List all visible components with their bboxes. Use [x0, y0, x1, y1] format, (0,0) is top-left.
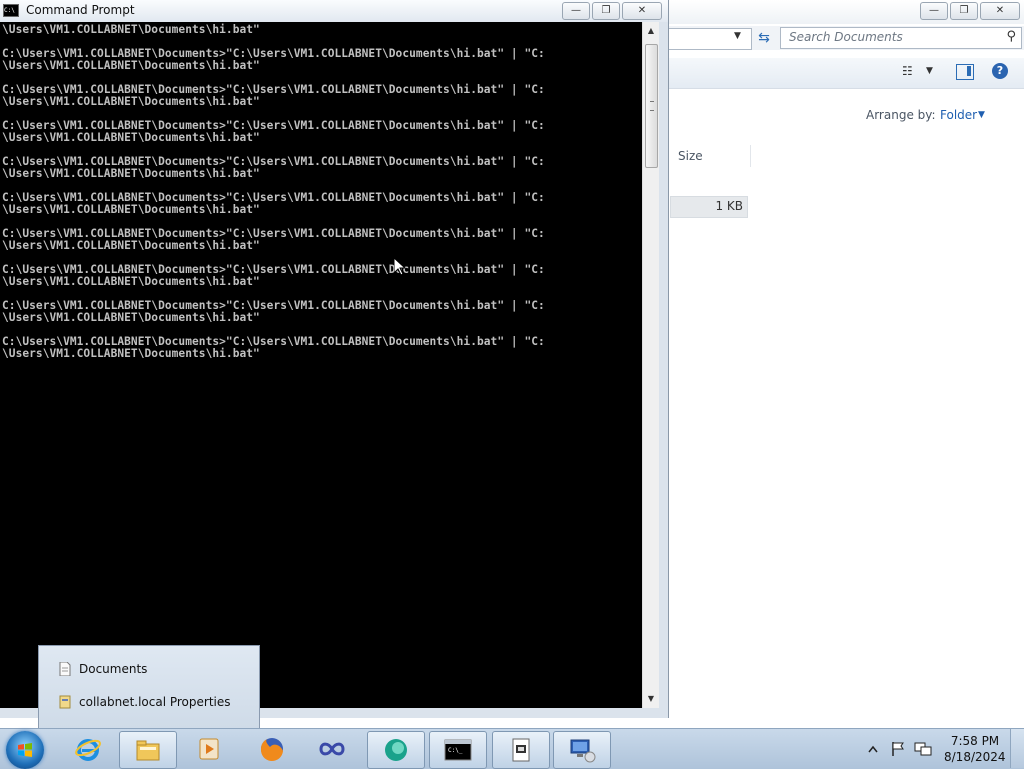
- arrange-by-label: Arrange by:: [866, 108, 936, 122]
- command-prompt-window: C:\ Command Prompt — ❐ ✕ \Users\VM1.COLL…: [0, 0, 669, 718]
- column-header-size[interactable]: Size: [670, 145, 751, 167]
- cmd-window-title: Command Prompt: [26, 3, 135, 17]
- clock-date[interactable]: 8/18/2024: [944, 750, 1006, 764]
- taskbar-firefox[interactable]: [244, 731, 300, 767]
- show-hidden-icons-chevron-icon[interactable]: [868, 745, 878, 753]
- cmd-window-icon[interactable]: C:\: [3, 4, 19, 17]
- console-scrollbar[interactable]: ▲ ▼: [642, 22, 659, 708]
- document-icon: [59, 662, 71, 676]
- start-button[interactable]: [6, 731, 44, 769]
- file-size: 1 KB: [715, 199, 743, 213]
- views-dropdown-icon[interactable]: ▼: [926, 66, 933, 76]
- cmd-close-button[interactable]: ✕: [622, 2, 662, 20]
- taskbar-jump-list: Documents collabnet.local Properties: [38, 645, 260, 729]
- remote-desktop-icon: [570, 739, 596, 763]
- preview-pane-icon[interactable]: [956, 64, 974, 80]
- taskbar-green-circle-app[interactable]: [367, 731, 425, 769]
- taskbar-windows-explorer[interactable]: [119, 731, 177, 769]
- cmd-window-controls: — ❐ ✕: [562, 2, 662, 20]
- help-icon[interactable]: ?: [992, 63, 1008, 79]
- explorer-minimize-button[interactable]: —: [920, 2, 948, 20]
- internet-explorer-icon: [75, 739, 101, 761]
- scrollbar-thumb[interactable]: [645, 44, 658, 168]
- console-output[interactable]: \Users\VM1.COLLABNET\Documents\hi.bat" C…: [0, 22, 642, 708]
- file-row[interactable]: 1 KB: [670, 196, 748, 218]
- taskbar-remote-desktop[interactable]: [553, 731, 611, 769]
- infinity-icon: [319, 742, 345, 756]
- clock-time[interactable]: 7:58 PM: [950, 734, 1000, 748]
- shortcut-icon: [59, 695, 71, 709]
- cmd-icon: C:\_: [444, 739, 472, 761]
- column-header-size-label: Size: [678, 149, 703, 163]
- taskbar-notepad[interactable]: [492, 731, 550, 769]
- arrange-by-dropdown[interactable]: Folder: [940, 108, 977, 122]
- jump-list-item-label: Documents: [79, 662, 148, 676]
- jump-list-item[interactable]: Documents: [39, 657, 259, 683]
- jump-list-item[interactable]: collabnet.local Properties: [39, 690, 259, 716]
- explorer-close-button[interactable]: ✕: [980, 2, 1020, 20]
- arrange-by-chevron-icon[interactable]: ▼: [978, 110, 985, 120]
- search-input[interactable]: Search Documents ⚲: [780, 27, 1022, 49]
- taskbar-command-prompt[interactable]: C:\_: [429, 731, 487, 769]
- folder-icon: [136, 740, 160, 761]
- explorer-maximize-button[interactable]: ❐: [950, 2, 978, 20]
- svg-text:C:\_: C:\_: [448, 747, 463, 754]
- scroll-down-icon[interactable]: ▼: [643, 690, 659, 708]
- notepad-icon: [512, 738, 530, 762]
- scroll-up-icon[interactable]: ▲: [643, 22, 659, 40]
- address-dropdown-icon[interactable]: ▼: [734, 31, 741, 41]
- globe-icon: [385, 739, 407, 761]
- taskbar-infinity-app[interactable]: [304, 731, 360, 767]
- cmd-maximize-button[interactable]: ❐: [592, 2, 620, 20]
- change-view-icon[interactable]: ☷: [902, 64, 920, 78]
- cmd-minimize-button[interactable]: —: [562, 2, 590, 20]
- firefox-icon: [260, 738, 283, 762]
- scrollbar-grip-icon: [650, 101, 654, 111]
- search-icon[interactable]: ⚲: [1006, 29, 1016, 44]
- taskbar-media-player[interactable]: [181, 731, 237, 767]
- media-player-icon: [199, 738, 219, 760]
- show-desktop-button[interactable]: [1010, 729, 1024, 768]
- refresh-icon[interactable]: ⇆: [754, 28, 774, 48]
- taskbar-internet-explorer[interactable]: [60, 731, 116, 767]
- network-icon[interactable]: [914, 741, 932, 757]
- search-placeholder: Search Documents: [789, 30, 903, 44]
- console-text: \Users\VM1.COLLABNET\Documents\hi.bat" C…: [2, 23, 545, 360]
- mouse-cursor-icon: [394, 258, 406, 276]
- windows-logo-icon: [18, 743, 32, 757]
- jump-list-item-label: collabnet.local Properties: [79, 695, 231, 709]
- cmd-titlebar[interactable]: C:\ Command Prompt — ❐ ✕: [0, 0, 668, 22]
- explorer-window-controls: — ❐ ✕: [920, 2, 1020, 20]
- action-center-flag-icon[interactable]: [890, 741, 906, 757]
